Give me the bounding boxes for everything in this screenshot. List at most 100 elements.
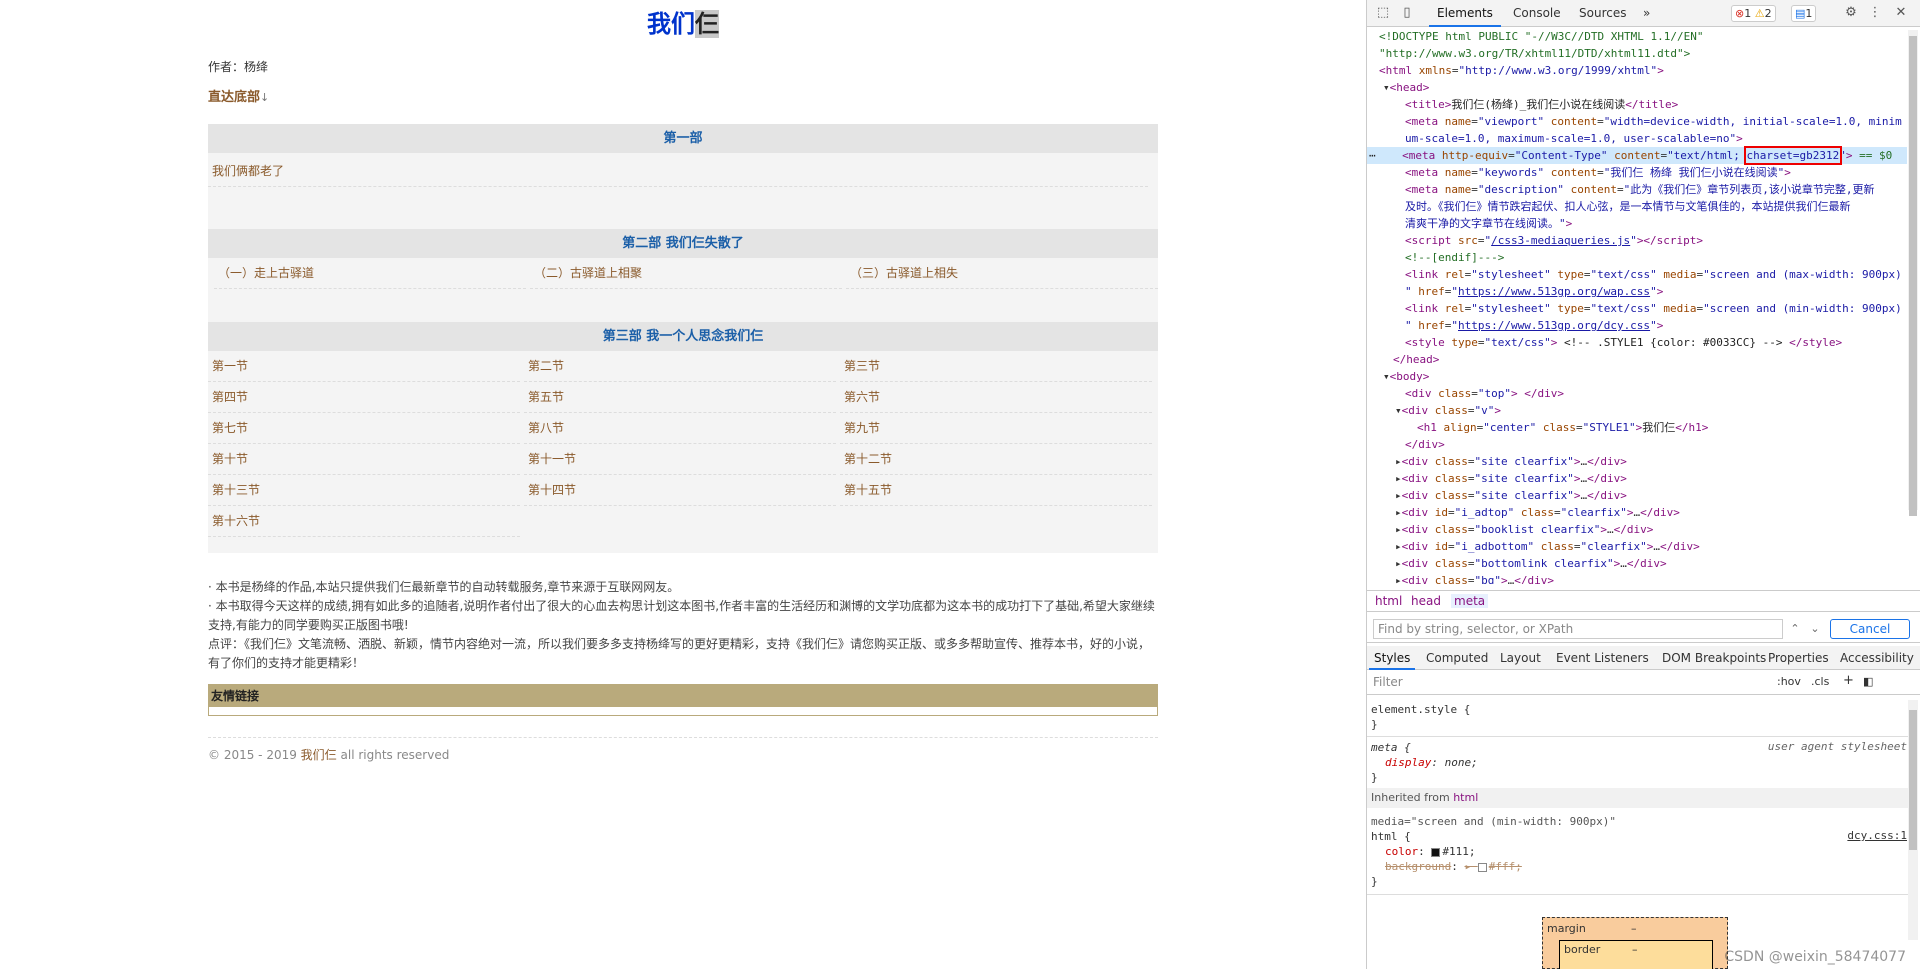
dom-line[interactable]: <link rel="stylesheet" type="text/css" m…	[1367, 300, 1907, 317]
tab-elements[interactable]: Elements	[1429, 0, 1501, 27]
settings-gear-icon[interactable]: ⚙	[1843, 5, 1859, 21]
box-model-margin-value[interactable]: –	[1631, 922, 1637, 935]
dom-line[interactable]: " href="https://www.513gp.org/dcy.css">	[1367, 317, 1907, 334]
dom-line[interactable]: <meta name="keywords" content="我们仨 杨绛 我们…	[1367, 164, 1907, 181]
dom-line[interactable]: <meta name="description" content="此为《我们仨…	[1367, 181, 1907, 198]
dom-line[interactable]: <div class="top"> </div>	[1367, 385, 1907, 402]
dom-line[interactable]: ▸<div class="booklist clearfix">…</div>	[1367, 521, 1907, 538]
expand-triangle-icon[interactable]: ▸	[1395, 574, 1402, 584]
dom-line[interactable]: ▸<div id="i_adtop" class="clearfix">…</d…	[1367, 504, 1907, 521]
html-rule-selector[interactable]: html {	[1371, 829, 1411, 844]
dom-line[interactable]: <html xmlns="http://www.w3.org/1999/xhtm…	[1367, 62, 1907, 79]
cancel-button[interactable]: Cancel	[1830, 619, 1910, 639]
chapter-link[interactable]: 第九节	[840, 413, 1152, 444]
collapse-triangle-icon[interactable]: ▾	[1383, 370, 1390, 383]
tab-dom-breakpoints[interactable]: DOM Breakpoints	[1657, 646, 1771, 670]
dom-line-selected[interactable]: ⋯ <meta http-equiv="Content-Type" conten…	[1367, 146, 1907, 165]
collapse-triangle-icon[interactable]: ▾	[1395, 404, 1402, 417]
footer-site-link[interactable]: 我们仨	[301, 748, 337, 762]
expand-triangle-icon[interactable]: ▸	[1395, 540, 1402, 553]
issues-badge[interactable]: ⊗1 ⚠2	[1731, 5, 1776, 22]
dom-line[interactable]: 清爽干净的文字章节在线阅读。">	[1367, 215, 1907, 232]
expand-triangle-icon[interactable]: ▸	[1395, 489, 1402, 502]
chapter-link[interactable]: 第十四节	[524, 475, 836, 506]
color-declaration[interactable]: color: #111;	[1371, 844, 1476, 859]
chapter-link[interactable]: 第十一节	[524, 444, 836, 475]
tab-sources[interactable]: Sources	[1571, 0, 1634, 27]
breadcrumb-meta[interactable]: meta	[1451, 594, 1489, 608]
chapter-link[interactable]: （二）古驿道上相聚	[530, 258, 842, 289]
tab-properties[interactable]: Properties	[1763, 646, 1834, 670]
device-toolbar-icon[interactable]: ▯	[1399, 5, 1415, 21]
expand-triangle-icon[interactable]: ▸	[1395, 455, 1402, 468]
chapter-link[interactable]: 第八节	[524, 413, 836, 444]
scrollbar-thumb[interactable]	[1909, 710, 1917, 850]
inherited-tag[interactable]: html	[1453, 791, 1478, 804]
chapter-link[interactable]: 第七节	[208, 413, 520, 444]
dom-line[interactable]: um-scale=1.0, maximum-scale=1.0, user-sc…	[1367, 130, 1907, 147]
more-options-icon[interactable]: ⋮	[1867, 5, 1883, 21]
expand-triangle-icon[interactable]: ▸	[1395, 523, 1402, 536]
tab-computed[interactable]: Computed	[1421, 646, 1493, 670]
more-tabs-button[interactable]: »	[1635, 0, 1658, 27]
chapter-link[interactable]: 第一节	[208, 351, 520, 382]
dom-line[interactable]: </div>	[1367, 436, 1907, 453]
breadcrumb-html[interactable]: html	[1375, 594, 1402, 608]
dom-line[interactable]: <style type="text/css"> <!-- .STYLE1 {co…	[1367, 334, 1907, 351]
chapter-link[interactable]: 第十三节	[208, 475, 520, 506]
dom-line[interactable]: ▸<div class="bg">…</div>	[1367, 572, 1907, 584]
dom-line[interactable]: ▸<div class="bottomlink clearfix">…</div…	[1367, 555, 1907, 572]
chapter-link[interactable]: 第十二节	[840, 444, 1152, 475]
dom-line[interactable]: <script src="/css3-mediaqueries.js"></sc…	[1367, 232, 1907, 249]
dom-line[interactable]: <meta name="viewport" content="width=dev…	[1367, 113, 1907, 130]
dom-line[interactable]: ▸<div class="site clearfix">…</div>	[1367, 453, 1907, 470]
chapter-link[interactable]: 第六节	[840, 382, 1152, 413]
dom-line[interactable]: </head>	[1367, 351, 1907, 368]
hover-state-toggle[interactable]: :hov	[1777, 675, 1801, 688]
dom-line[interactable]: <!DOCTYPE html PUBLIC "-//W3C//DTD XHTML…	[1367, 28, 1907, 45]
chapter-link[interactable]: 第二节	[524, 351, 836, 382]
class-toggle[interactable]: .cls	[1811, 675, 1829, 688]
dom-line[interactable]: 及时。《我们仨》情节跌宕起伏、扣人心弦，是一本情节与文笔俱佳的，本站提供我们仨最…	[1367, 198, 1907, 215]
new-rule-button[interactable]: +	[1843, 673, 1854, 688]
dom-line[interactable]: ▸<div id="i_adbottom" class="clearfix">……	[1367, 538, 1907, 555]
stylesheet-source-link[interactable]: dcy.css:1	[1847, 829, 1907, 842]
dom-line[interactable]: <!--[endif]--->	[1367, 249, 1907, 266]
inspect-element-icon[interactable]: ⬚	[1375, 5, 1391, 21]
tab-console[interactable]: Console	[1505, 0, 1569, 27]
close-icon[interactable]: ✕	[1893, 5, 1909, 21]
chapter-link[interactable]: （三）古驿道上相失	[846, 258, 1158, 289]
dom-line[interactable]: "http://www.w3.org/TR/xhtml11/DTD/xhtml1…	[1367, 45, 1907, 62]
find-next-icon[interactable]: ⌄	[1807, 621, 1823, 637]
breadcrumb-head[interactable]: head	[1411, 594, 1441, 608]
collapse-triangle-icon[interactable]: ▾	[1383, 81, 1390, 94]
dom-line[interactable]: ▸<div class="site clearfix">…</div>	[1367, 470, 1907, 487]
chapter-link[interactable]: （一）走上古驿道	[214, 258, 526, 289]
color-swatch-icon[interactable]	[1477, 862, 1487, 872]
find-input[interactable]: Find by string, selector, or XPath	[1373, 619, 1783, 639]
dom-line[interactable]: ▾<body>	[1367, 368, 1907, 385]
chapter-link[interactable]: 第十节	[208, 444, 520, 475]
scrollbar-thumb[interactable]	[1909, 36, 1917, 516]
tab-event-listeners[interactable]: Event Listeners	[1551, 646, 1654, 670]
dom-scrollbar[interactable]	[1908, 30, 1918, 516]
box-model-border-value[interactable]: –	[1632, 943, 1638, 956]
dom-line[interactable]: " href="https://www.513gp.org/wap.css">	[1367, 283, 1907, 300]
dom-line[interactable]: <link rel="stylesheet" type="text/css" m…	[1367, 266, 1907, 283]
dom-line[interactable]: ▾<div class="v">	[1367, 402, 1907, 419]
expand-triangle-icon[interactable]: ▸	[1395, 557, 1402, 570]
chapter-link[interactable]: 第十六节	[208, 506, 520, 537]
styles-scrollbar[interactable]	[1908, 700, 1918, 940]
messages-badge[interactable]: ▤1	[1791, 5, 1817, 22]
find-prev-icon[interactable]: ⌃	[1787, 621, 1803, 637]
dom-line[interactable]: ▸<div class="site clearfix">…</div>	[1367, 487, 1907, 504]
dom-line[interactable]: <title>我们仨(杨绛)_我们仨小说在线阅读</title>	[1367, 96, 1907, 113]
tab-accessibility[interactable]: Accessibility	[1835, 646, 1919, 670]
chapter-link[interactable]: 第四节	[208, 382, 520, 413]
dom-line[interactable]: <h1 align="center" class="STYLE1">我们仨</h…	[1367, 419, 1907, 436]
computed-sidebar-icon[interactable]: ◧	[1863, 675, 1873, 688]
chapter-link[interactable]: 我们俩都老了	[208, 156, 1148, 187]
tab-styles[interactable]: Styles	[1369, 646, 1416, 670]
tab-layout[interactable]: Layout	[1495, 646, 1546, 670]
expand-triangle-icon[interactable]: ▸	[1395, 472, 1402, 485]
